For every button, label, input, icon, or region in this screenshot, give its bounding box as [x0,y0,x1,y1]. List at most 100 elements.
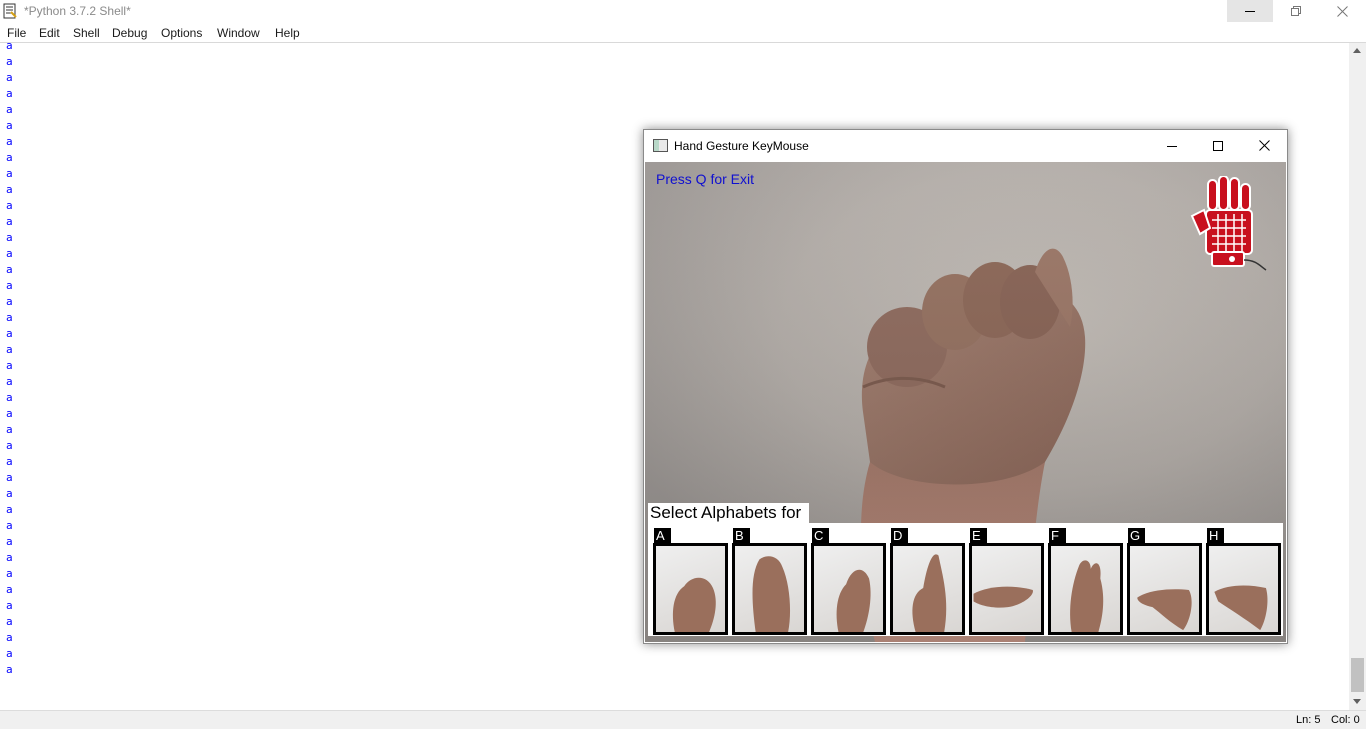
shell-output-line: a [6,599,13,612]
scroll-up-icon[interactable] [1353,48,1361,53]
shell-output-line: a [6,103,13,116]
shell-output-line: a [6,279,13,292]
idle-app-icon[interactable] [2,3,18,19]
close-button[interactable] [1319,0,1365,22]
menu-window[interactable]: Window [217,26,260,40]
shell-output-line: a [6,503,13,516]
restore-button[interactable] [1273,0,1319,22]
alphabet-tile-g[interactable] [1127,543,1202,635]
shell-output-line: a [6,295,13,308]
vertical-scrollbar[interactable] [1349,43,1366,710]
menu-bar: File Edit Shell Debug Options Window Hel… [0,23,1366,42]
gesture-photo [1051,546,1120,632]
alphabet-letter-e: E [970,528,987,543]
shell-output-line: a [6,551,13,564]
gesture-hand-image [672,577,716,632]
line-indicator: Ln: 5 [1296,714,1321,726]
shell-output-line: a [6,487,13,500]
scroll-thumb[interactable] [1351,658,1364,692]
window-app-icon [653,139,668,152]
menu-shell[interactable]: Shell [73,26,100,40]
alphabet-tile-e[interactable] [969,543,1044,635]
alphabet-letter-f: F [1049,528,1066,543]
alphabet-letter-h: H [1207,528,1224,543]
alphabet-letter-c: C [812,528,829,543]
gesture-photo [656,546,725,632]
shell-output-line: a [6,535,13,548]
minimize-icon [1167,145,1177,147]
shell-output-line: a [6,119,13,132]
shell-output-line: a [6,215,13,228]
gesture-hand-image [1214,585,1268,631]
shell-output-line: a [6,359,13,372]
shell-output-line: a [6,343,13,356]
hand-gesture-window: Hand Gesture KeyMouse Press Q for Exit S… [643,129,1288,644]
shell-output-line: a [6,519,13,532]
gesture-photo [893,546,962,632]
restore-icon [1291,6,1301,16]
shell-output-line: a [6,55,13,68]
shell-output-line: a [6,43,13,52]
shell-output-line: a [6,87,13,100]
shell-output-line: a [6,311,13,324]
alphabet-tile-h[interactable] [1206,543,1281,635]
hand-gesture-title-bar[interactable]: Hand Gesture KeyMouse [644,130,1287,161]
gesture-photo [972,546,1041,632]
shell-output-line: a [6,151,13,164]
shell-output-line: a [6,663,13,676]
shell-output-line: a [6,455,13,468]
minimize-button[interactable] [1227,0,1273,22]
gesture-hand-image [1137,589,1192,631]
alphabet-letter-g: G [1128,528,1145,543]
shell-output-line: a [6,71,13,84]
scroll-down-icon[interactable] [1353,699,1361,704]
alphabet-tile-b[interactable] [732,543,807,635]
close-icon [1336,5,1348,17]
alphabet-tile-a[interactable] [653,543,728,635]
gesture-hand-image [1070,560,1104,632]
shell-output-line: a [6,375,13,388]
alphabet-letter-a: A [654,528,671,543]
shell-output-line: a [6,407,13,420]
shell-output-line: a [6,567,13,580]
alphabet-tile-d[interactable] [890,543,965,635]
shell-output-line: a [6,167,13,180]
hg-close-button[interactable] [1241,130,1287,161]
alphabet-tile-c[interactable] [811,543,886,635]
shell-output-line: a [6,263,13,276]
shell-output-line: a [6,391,13,404]
hand-gesture-title: Hand Gesture KeyMouse [674,139,809,153]
gesture-photo [1209,546,1278,632]
maximize-icon [1213,140,1223,151]
gesture-photo [814,546,883,632]
gesture-photo [735,546,804,632]
hg-minimize-button[interactable] [1149,130,1195,161]
shell-output-line: a [6,615,13,628]
shell-output-line: a [6,471,13,484]
menu-help[interactable]: Help [275,26,300,40]
shell-output-line: a [6,327,13,340]
menu-edit[interactable]: Edit [39,26,60,40]
shell-output-line: a [6,183,13,196]
gesture-photo [1130,546,1199,632]
shell-output-line: a [6,199,13,212]
shell-output-line: a [6,135,13,148]
exit-hint: Press Q for Exit [656,171,755,187]
camera-feed: Press Q for Exit Select Alphabets for A B… [645,162,1286,642]
shell-output-line: a [6,647,13,660]
alphabet-tile-f[interactable] [1048,543,1123,635]
gesture-hand-image [973,586,1033,608]
menu-debug[interactable]: Debug [112,26,147,40]
hand-logo-icon [1190,176,1267,271]
menu-file[interactable]: File [7,26,26,40]
hg-maximize-button[interactable] [1195,130,1241,161]
shell-output-line: a [6,231,13,244]
menu-options[interactable]: Options [161,26,202,40]
gesture-hand-image [912,554,947,632]
shell-output-line: a [6,439,13,452]
shell-output-line: a [6,583,13,596]
shell-output-line: a [6,247,13,260]
close-icon [1258,140,1270,151]
alphabet-letter-b: B [733,528,750,543]
alphabet-letter-d: D [891,528,908,543]
